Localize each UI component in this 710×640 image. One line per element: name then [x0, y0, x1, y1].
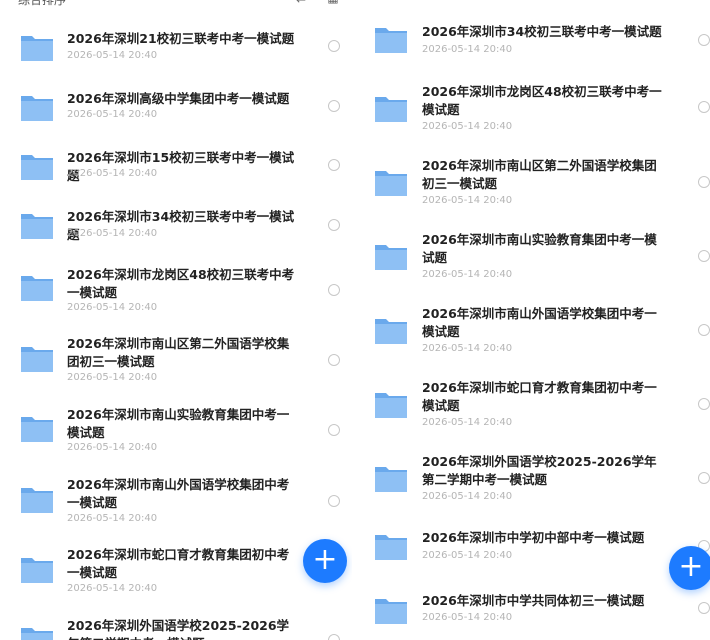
file-list-panel-right: 2026年深圳市34校初三联考中考一模试题 2026-05-14 20:40 202… — [356, 0, 710, 640]
file-title: 2026年深圳市南山区第二外国语学校集团初三一模试题 — [422, 158, 657, 191]
file-title: 2026年深圳市南山外国语学校集团中考一模试题 — [67, 477, 290, 510]
file-title: 2026年深圳外国语学校2025-2026学年第二学期中考一模试题 — [67, 618, 290, 640]
select-radio[interactable] — [328, 100, 340, 112]
file-title: 2026年深圳市中学共同体初三一模试题 — [422, 593, 645, 608]
file-date: 2026-05-14 20:40 — [67, 513, 158, 524]
file-title: 2026年深圳市龙岗区48校初三联考中考一模试题 — [422, 84, 662, 117]
toolbar: 综合排序 ⇄ ▦ — [0, 0, 352, 9]
file-title: 2026年深圳市蛇口育才教育集团初中考一模试题 — [422, 380, 657, 413]
file-date: 2026-05-14 20:40 — [67, 372, 158, 383]
folder-icon — [20, 622, 54, 640]
file-date: 2026-05-14 20:40 — [422, 44, 513, 55]
folder-icon — [20, 270, 54, 304]
select-radio[interactable] — [698, 324, 710, 336]
add-button[interactable]: + — [669, 546, 710, 590]
file-date: 2026-05-14 20:40 — [67, 109, 158, 120]
folder-icon — [374, 387, 408, 421]
folder-icon — [374, 91, 408, 125]
file-date: 2026-05-14 20:40 — [67, 228, 158, 239]
file-title: 2026年深圳市南山外国语学校集团中考一模试题 — [422, 306, 657, 339]
folder-icon — [20, 208, 54, 242]
folder-icon — [20, 411, 54, 445]
folder-icon — [20, 30, 54, 64]
file-date: 2026-05-14 20:40 — [67, 168, 158, 179]
select-radio[interactable] — [328, 40, 340, 52]
folder-icon — [374, 239, 408, 273]
select-radio[interactable] — [698, 176, 710, 188]
file-date: 2026-05-14 20:40 — [422, 550, 513, 561]
select-radio[interactable] — [328, 634, 340, 640]
grid-view-icon[interactable]: ▦ — [326, 0, 340, 5]
folder-icon — [374, 593, 408, 627]
file-title: 2026年深圳市南山实验教育集团中考一模试题 — [422, 232, 657, 265]
file-title: 2026年深圳市南山区第二外国语学校集团初三一模试题 — [67, 336, 290, 369]
file-date: 2026-05-14 20:40 — [422, 195, 513, 206]
select-radio[interactable] — [328, 284, 340, 296]
folder-icon — [374, 165, 408, 199]
file-date: 2026-05-14 20:40 — [67, 50, 158, 61]
select-radio[interactable] — [328, 495, 340, 507]
select-radio[interactable] — [328, 159, 340, 171]
file-date: 2026-05-14 20:40 — [422, 121, 513, 132]
file-title: 2026年深圳市龙岗区48校初三联考中考一模试题 — [67, 267, 295, 300]
folder-icon — [374, 529, 408, 563]
folder-icon — [374, 461, 408, 495]
sort-dropdown[interactable]: 综合排序 — [18, 0, 66, 8]
file-date: 2026-05-14 20:40 — [422, 269, 513, 280]
file-date: 2026-05-14 20:40 — [422, 491, 513, 502]
folder-icon — [20, 552, 54, 586]
view-mode-icon[interactable]: ⇄ — [294, 0, 308, 5]
file-date: 2026-05-14 20:40 — [422, 417, 513, 428]
file-title: 2026年深圳市蛇口育才教育集团初中考一模试题 — [67, 547, 290, 580]
file-date: 2026-05-14 20:40 — [67, 302, 158, 313]
folder-icon — [20, 149, 54, 183]
file-title: 2026年深圳外国语学校2025-2026学年第二学期中考一模试题 — [422, 454, 657, 487]
select-radio[interactable] — [698, 472, 710, 484]
folder-icon — [374, 313, 408, 347]
select-radio[interactable] — [698, 101, 710, 113]
select-radio[interactable] — [698, 602, 710, 614]
select-radio[interactable] — [328, 424, 340, 436]
file-list-panel-left: 综合排序 ⇄ ▦ 2026年深圳21校初三联考中考一模试题 2026-05-14 … — [0, 0, 352, 640]
select-radio[interactable] — [328, 219, 340, 231]
file-title: 2026年深圳市34校初三联考中考一模试题 — [422, 24, 662, 39]
select-radio[interactable] — [698, 398, 710, 410]
folder-icon — [20, 482, 54, 516]
file-title: 2026年深圳高级中学集团中考一模试题 — [67, 91, 290, 106]
folder-icon — [20, 90, 54, 124]
file-title: 2026年深圳市南山实验教育集团中考一模试题 — [67, 407, 290, 440]
file-date: 2026-05-14 20:40 — [67, 583, 158, 594]
file-date: 2026-05-14 20:40 — [67, 442, 158, 453]
file-title: 2026年深圳市中学初中部中考一模试题 — [422, 530, 645, 545]
select-radio[interactable] — [328, 354, 340, 366]
file-title: 2026年深圳21校初三联考中考一模试题 — [67, 31, 295, 46]
folder-icon — [20, 341, 54, 375]
select-radio[interactable] — [698, 34, 710, 46]
select-radio[interactable] — [698, 250, 710, 262]
folder-icon — [374, 22, 408, 56]
add-button[interactable]: + — [303, 539, 347, 583]
file-date: 2026-05-14 20:40 — [422, 343, 513, 354]
file-date: 2026-05-14 20:40 — [422, 612, 513, 623]
